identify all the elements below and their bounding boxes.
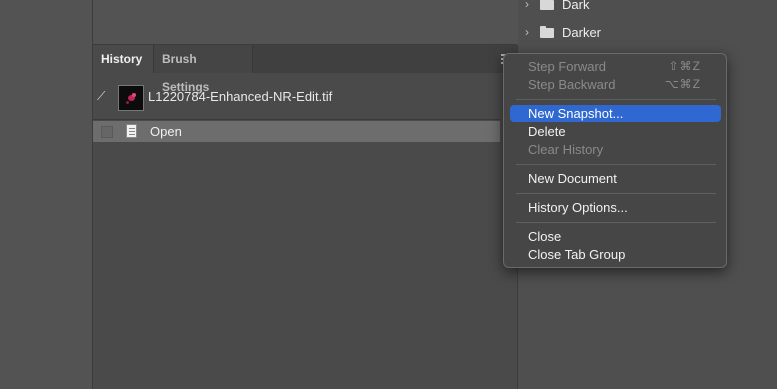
snapshot-divider (93, 119, 500, 120)
menu-item-new-snapshot[interactable]: New Snapshot... (510, 105, 721, 122)
menu-item-label: New Document (528, 171, 617, 186)
folder-row-dark[interactable]: › Dark (518, 0, 777, 17)
folder-icon (540, 0, 554, 10)
snapshot-thumbnail (118, 85, 144, 111)
menu-item-label: Step Backward (528, 77, 616, 92)
menu-item-delete[interactable]: Delete (510, 123, 721, 140)
state-checkbox[interactable] (101, 126, 113, 138)
menu-separator (516, 193, 716, 194)
menu-item-shortcut: ⌥⌘Z (664, 77, 701, 91)
folder-name: Dark (562, 0, 590, 12)
upper-panel-area (93, 0, 517, 45)
history-state-row[interactable]: Open (93, 121, 500, 142)
chevron-right-icon[interactable]: › (525, 25, 529, 39)
menu-item-label: Close Tab Group (528, 247, 626, 262)
history-state-label: Open (150, 124, 182, 139)
history-brush-icon[interactable]: ⟋ (97, 89, 105, 104)
menu-item-label: History Options... (528, 200, 628, 215)
menu-separator (516, 222, 716, 223)
menu-item-label: Delete (528, 124, 566, 139)
menu-item-label: New Snapshot... (528, 106, 624, 121)
tab-history[interactable]: History (93, 45, 153, 73)
tab-brush-settings[interactable]: Brush Settings (153, 45, 253, 94)
folder-name: Darker (562, 25, 602, 40)
menu-item-shortcut: ⇧⌘Z (668, 59, 701, 73)
menu-item-label: Close (528, 229, 562, 244)
menu-item-step-forward[interactable]: Step Forward ⇧⌘Z (510, 58, 721, 75)
menu-item-label: Step Forward (528, 59, 607, 74)
menu-item-history-options[interactable]: History Options... (510, 199, 721, 216)
folder-row-darker[interactable]: › Darker (518, 23, 777, 45)
snapshot-name: L1220784-Enhanced-NR-Edit.tif (148, 89, 333, 104)
panel-tab-bar: History Brush Settings (93, 45, 517, 94)
document-icon (126, 124, 137, 138)
chevron-right-icon[interactable]: › (525, 0, 529, 11)
history-panel: History Brush Settings ⟋ L1220784-Enhanc… (93, 45, 518, 389)
history-context-menu: Step Forward ⇧⌘Z Step Backward ⌥⌘Z New S… (503, 53, 727, 268)
menu-separator (516, 99, 716, 100)
folder-icon (540, 26, 554, 38)
menu-item-clear-history[interactable]: Clear History (510, 141, 721, 158)
menu-item-close[interactable]: Close (510, 228, 721, 245)
snapshot-row[interactable]: ⟋ L1220784-Enhanced-NR-Edit.tif (93, 73, 500, 119)
menu-item-close-tab-group[interactable]: Close Tab Group (510, 246, 721, 263)
left-panel-strip (0, 0, 93, 389)
menu-item-step-backward[interactable]: Step Backward ⌥⌘Z (510, 76, 721, 93)
menu-separator (516, 164, 716, 165)
menu-item-label: Clear History (528, 142, 604, 157)
menu-item-new-document[interactable]: New Document (510, 170, 721, 187)
